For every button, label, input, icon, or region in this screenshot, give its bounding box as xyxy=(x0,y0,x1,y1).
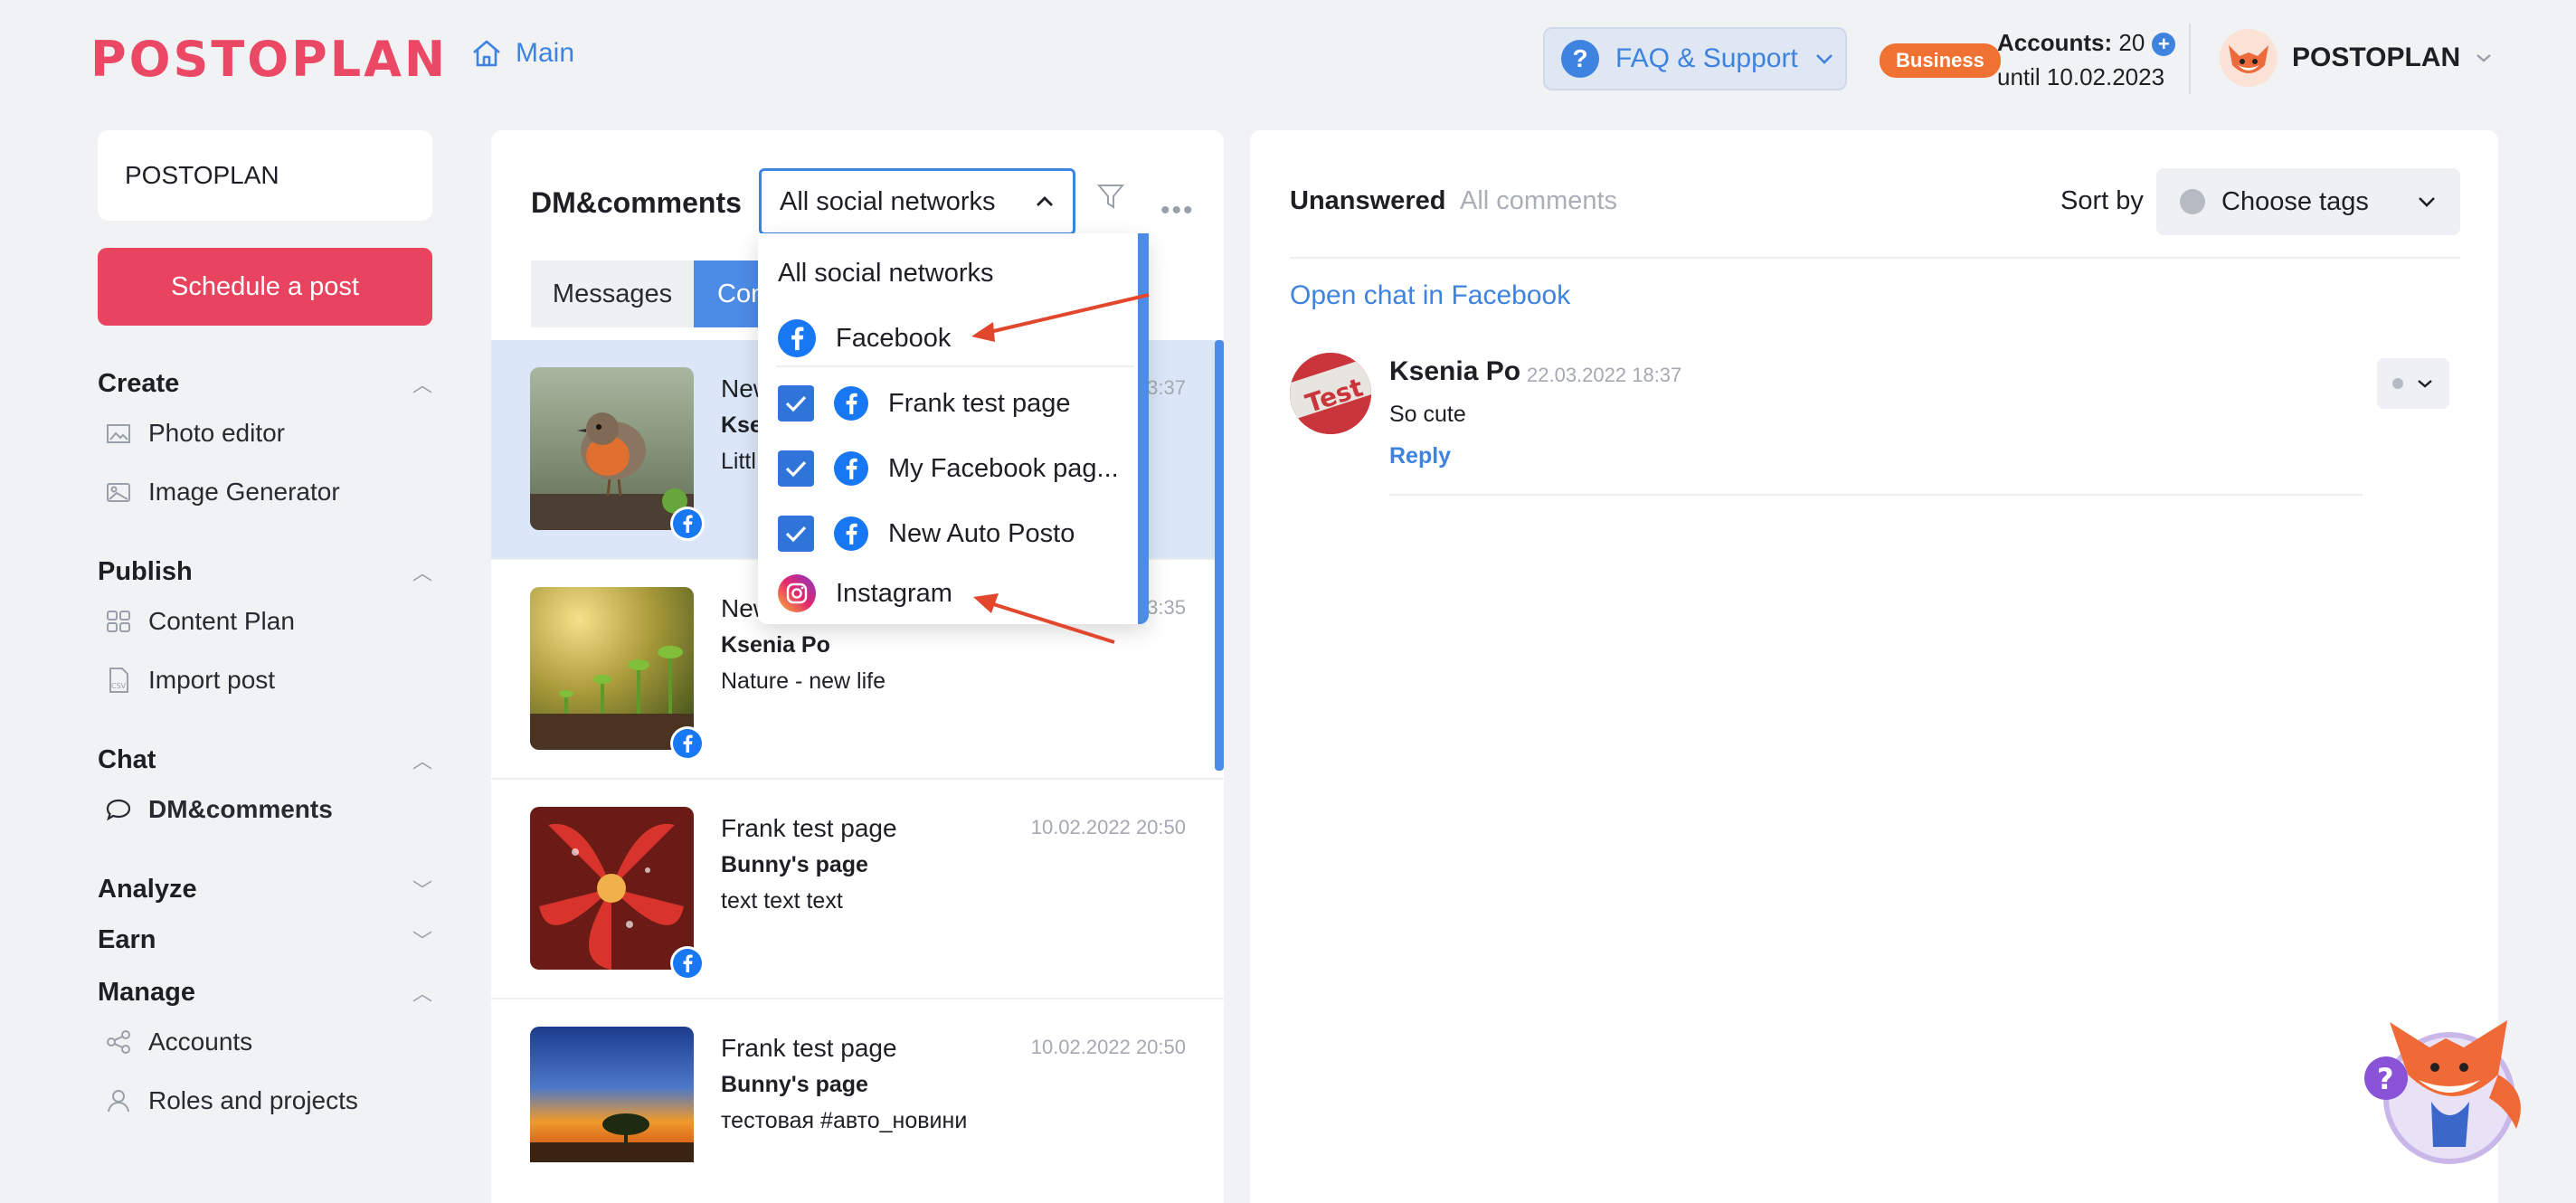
tab-all-comments[interactable]: All comments xyxy=(1460,186,1617,216)
sort-by-label: Sort by xyxy=(2060,186,2144,215)
choose-tags-select[interactable]: Choose tags xyxy=(2156,168,2460,235)
comment-author: Ksenia Po xyxy=(1389,356,1521,386)
divider xyxy=(1389,494,2363,496)
comment-text: So cute xyxy=(1389,402,1466,427)
comments-panel: Unanswered All comments Sort by Choose t… xyxy=(1250,130,2498,1203)
arrow-to-facebook xyxy=(971,293,1150,342)
reply-link[interactable]: Reply xyxy=(1389,443,1451,469)
avatar: Test xyxy=(1290,353,1371,434)
svg-text:?: ? xyxy=(2377,1062,2394,1096)
divider xyxy=(1290,257,2460,259)
comment-tag-menu[interactable] xyxy=(2377,358,2449,409)
choose-tags-label: Choose tags xyxy=(2221,186,2369,216)
chevron-down-icon xyxy=(2418,380,2432,388)
arrow-to-instagram xyxy=(973,593,1115,644)
comment-date: 22.03.2022 18:37 xyxy=(1527,364,1682,386)
tag-color-icon xyxy=(2180,189,2205,214)
tab-unanswered[interactable]: Unanswered xyxy=(1290,186,1445,216)
open-chat-link[interactable]: Open chat in Facebook xyxy=(1290,280,1570,311)
help-widget[interactable]: ? xyxy=(2363,1011,2534,1165)
tag-dot-icon xyxy=(2392,378,2403,389)
chevron-down-icon xyxy=(2419,197,2435,207)
